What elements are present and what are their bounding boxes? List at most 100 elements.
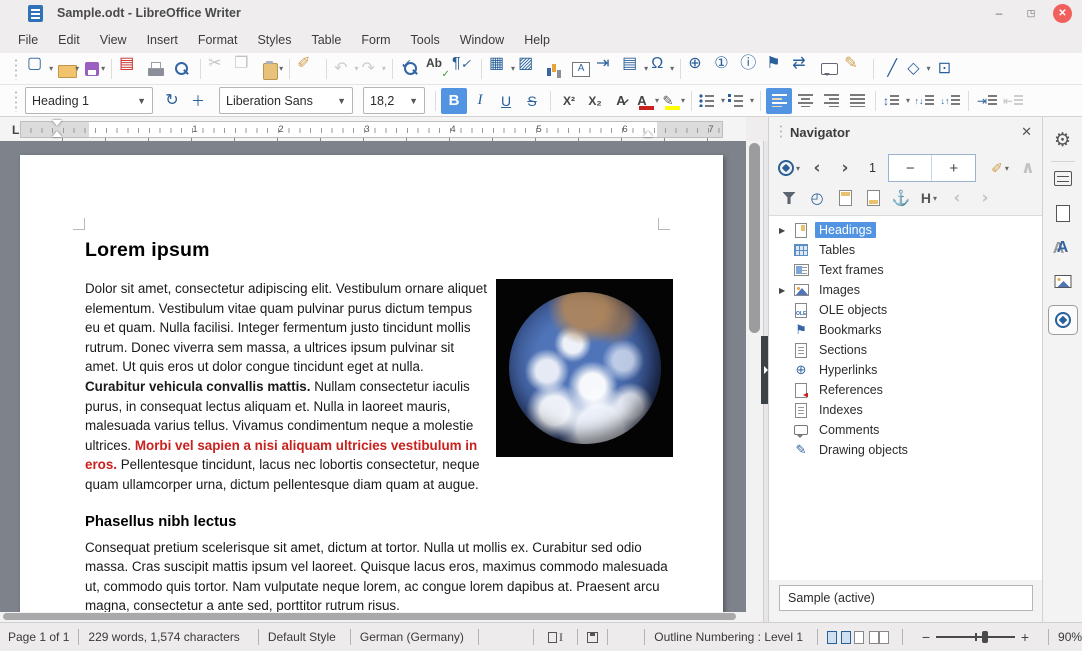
clear-formatting-button[interactable]: A̷ bbox=[608, 88, 634, 114]
sidebar-settings-gear-icon[interactable]: ⚙ bbox=[1054, 129, 1071, 152]
sidebar-tab-page-icon[interactable] bbox=[1056, 205, 1070, 222]
underline-button[interactable]: U bbox=[493, 88, 519, 114]
insert-field-button[interactable]: ▤ bbox=[620, 56, 649, 82]
first-line-indent-marker[interactable] bbox=[52, 120, 62, 126]
outline-status[interactable]: Outline Numbering : Level 1 bbox=[654, 630, 803, 644]
align-left-button[interactable] bbox=[766, 88, 792, 114]
close-icon[interactable]: ✕ bbox=[1021, 124, 1032, 140]
sidebar-tab-properties-icon[interactable] bbox=[1054, 171, 1072, 186]
tree-item-sections[interactable]: Sections bbox=[769, 340, 1042, 360]
menu-item[interactable]: Tools bbox=[401, 29, 450, 51]
print-preview-button[interactable] bbox=[169, 56, 195, 82]
tree-item-label[interactable]: Indexes bbox=[815, 402, 867, 418]
new-button[interactable]: ▢ bbox=[25, 56, 54, 82]
demote-level-button[interactable]: › bbox=[973, 186, 997, 210]
toolbar-grip[interactable] bbox=[14, 90, 19, 112]
insert-table-button[interactable]: ▦ bbox=[487, 56, 516, 82]
update-style-button[interactable]: ↻ bbox=[159, 88, 185, 114]
set-reminder-button[interactable]: ◴ bbox=[805, 186, 829, 210]
tree-item-tables[interactable]: Tables bbox=[769, 240, 1042, 260]
font-size-combo[interactable]: 18,2▼ bbox=[363, 87, 425, 114]
left-indent-marker[interactable] bbox=[52, 131, 62, 137]
vertical-scrollbar-thumb[interactable] bbox=[749, 143, 760, 333]
export-pdf-button[interactable]: ▤ bbox=[117, 56, 143, 82]
book-view-button[interactable] bbox=[869, 631, 879, 644]
minimize-button[interactable]: – bbox=[990, 4, 1008, 22]
italic-button[interactable]: I bbox=[467, 88, 493, 114]
document-heading-1[interactable]: Lorem ipsum bbox=[85, 239, 673, 262]
paragraph-1[interactable]: Dolor sit amet, consectetur adipiscing e… bbox=[85, 279, 673, 495]
tree-item-drawing-objects[interactable]: ✎ Drawing objects bbox=[769, 440, 1042, 460]
formatting-marks-button[interactable]: ¶✓ bbox=[450, 56, 476, 82]
decrease-indent-button[interactable]: ⇤ bbox=[1000, 88, 1026, 114]
tree-item-label[interactable]: Images bbox=[815, 282, 864, 298]
panel-grip[interactable] bbox=[779, 124, 784, 140]
copy-button[interactable]: ❐ bbox=[232, 56, 258, 82]
right-indent-marker[interactable] bbox=[643, 131, 653, 137]
maximize-button[interactable]: ◳ bbox=[1022, 4, 1040, 22]
document-modified-icon[interactable] bbox=[587, 632, 598, 643]
document-area[interactable]: Lorem ipsum Dolor sit amet, consectetur … bbox=[0, 141, 746, 622]
tree-item-indexes[interactable]: Indexes bbox=[769, 400, 1042, 420]
tree-item-label[interactable]: Sections bbox=[815, 342, 871, 358]
anchor-text-toggle-button[interactable]: ⚓ bbox=[889, 186, 913, 210]
spinner-minus-button[interactable]: − bbox=[889, 155, 933, 181]
horizontal-scrollbar[interactable] bbox=[0, 612, 746, 622]
clone-formatting-button[interactable]: ✐ bbox=[295, 56, 321, 82]
tree-item-label[interactable]: Drawing objects bbox=[815, 442, 912, 458]
cut-button[interactable]: ✂ bbox=[206, 56, 232, 82]
toolbar-grip[interactable] bbox=[14, 58, 19, 80]
tree-item-label[interactable]: Text frames bbox=[815, 262, 888, 278]
tree-item-label[interactable]: Comments bbox=[815, 422, 883, 438]
bullet-list-button[interactable] bbox=[697, 88, 726, 114]
align-right-button[interactable] bbox=[818, 88, 844, 114]
redo-button[interactable]: ↷ bbox=[360, 56, 387, 82]
tree-item-ole-objects[interactable]: OLE objects bbox=[769, 300, 1042, 320]
document-page[interactable]: Lorem ipsum Dolor sit amet, consectetur … bbox=[20, 155, 723, 622]
tree-item-comments[interactable]: Comments bbox=[769, 420, 1042, 440]
spelling-button[interactable]: Ab✓ bbox=[424, 56, 450, 82]
paste-button[interactable] bbox=[258, 56, 284, 82]
font-name-combo[interactable]: Liberation Sans▼ bbox=[219, 87, 353, 114]
navigator-document-selector[interactable]: Sample (active) bbox=[779, 585, 1033, 611]
menu-item[interactable]: View bbox=[90, 29, 137, 51]
horizontal-ruler[interactable]: 1234567 bbox=[20, 121, 723, 138]
insert-chart-button[interactable] bbox=[542, 56, 568, 82]
paragraph-2[interactable]: Consequat pretium scelerisque sit amet, … bbox=[85, 538, 673, 616]
tree-item-label[interactable]: OLE objects bbox=[815, 302, 891, 318]
page-spinner[interactable]: − + bbox=[888, 154, 976, 182]
insert-footnote-button[interactable]: ① bbox=[712, 56, 738, 82]
zoom-slider-thumb[interactable] bbox=[982, 631, 988, 643]
tree-item-label[interactable]: Hyperlinks bbox=[815, 362, 881, 378]
earth-image[interactable] bbox=[496, 279, 673, 457]
strikethrough-button[interactable]: S bbox=[519, 88, 545, 114]
sidebar-tab-gallery-icon[interactable] bbox=[1054, 275, 1071, 288]
new-style-button[interactable]: ＋ bbox=[185, 88, 211, 114]
multi-page-view-button[interactable] bbox=[841, 631, 851, 644]
zoom-level-value[interactable]: 90% bbox=[1058, 630, 1082, 644]
tree-item-headings[interactable]: ▶ Headings bbox=[769, 220, 1042, 240]
basic-shapes-button[interactable]: ◇ bbox=[905, 56, 931, 82]
tree-item-images[interactable]: ▶ Images bbox=[769, 280, 1042, 300]
word-count-status[interactable]: 229 words, 1,574 characters bbox=[88, 630, 239, 644]
increase-indent-button[interactable]: ⇥ bbox=[974, 88, 1000, 114]
menu-item[interactable]: Styles bbox=[247, 29, 301, 51]
bookmark-button[interactable]: ⚑ bbox=[764, 56, 790, 82]
special-character-button[interactable]: Ω bbox=[649, 56, 675, 82]
navigate-by-button[interactable]: ▾ bbox=[777, 156, 801, 180]
hyperlink-button[interactable]: ⊕ bbox=[686, 56, 712, 82]
single-page-view-button[interactable] bbox=[827, 631, 837, 644]
page-break-button[interactable]: ⇥ bbox=[594, 56, 620, 82]
menu-item[interactable]: File bbox=[8, 29, 48, 51]
drag-mode-button[interactable]: ✐▾ bbox=[988, 156, 1012, 180]
tree-item-bookmarks[interactable]: ⚑ Bookmarks bbox=[769, 320, 1042, 340]
insert-comment-button[interactable] bbox=[816, 56, 842, 82]
align-center-button[interactable] bbox=[792, 88, 818, 114]
insert-line-button[interactable]: ╱ bbox=[879, 56, 905, 82]
insert-image-button[interactable]: ▨ bbox=[516, 56, 542, 82]
content-view-filter-button[interactable] bbox=[777, 186, 801, 210]
close-button[interactable]: ✕ bbox=[1053, 4, 1072, 23]
tree-item-hyperlinks[interactable]: ⊕ Hyperlinks bbox=[769, 360, 1042, 380]
open-button[interactable] bbox=[54, 56, 80, 82]
print-button[interactable] bbox=[143, 56, 169, 82]
